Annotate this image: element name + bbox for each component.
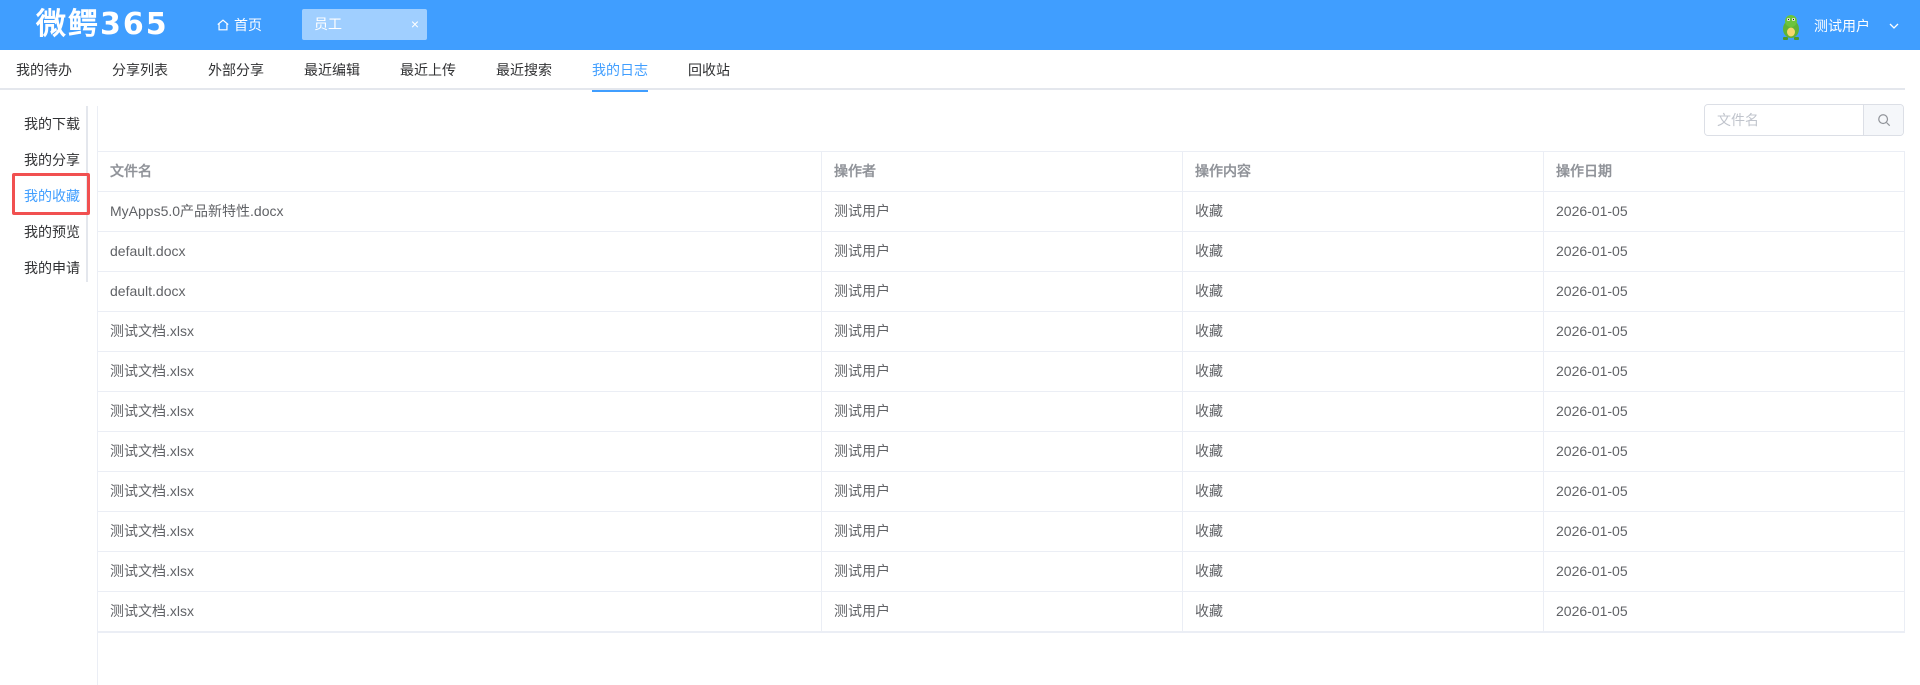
cell-date: 2026-01-05 [1556,563,1628,579]
search-input[interactable] [1705,105,1863,135]
tab-recent-edit[interactable]: 最近编辑 [304,50,360,90]
side-tabs-rail [86,106,88,282]
cell-filename: 测试文档.xlsx [98,552,822,591]
filename-search [1704,104,1904,136]
cell-date: 2026-01-05 [1556,243,1628,259]
cell-filename: 测试文档.xlsx [98,352,822,391]
side-tab-my-shares[interactable]: 我的分享 [24,142,80,178]
cell-operator: 测试用户 [822,352,1183,391]
close-icon[interactable]: × [411,9,419,40]
cell-date: 2026-01-05 [1556,283,1628,299]
column-header-filename[interactable]: 文件名 [98,152,822,191]
cell-filename: 测试文档.xlsx [98,432,822,471]
tab-recycle-bin[interactable]: 回收站 [688,50,730,90]
cell-action: 收藏 [1183,432,1544,471]
table-header-row: 文件名 操作者 操作内容 操作日期 [98,152,1904,192]
cell-operator: 测试用户 [822,192,1183,231]
column-header-action[interactable]: 操作内容 [1183,152,1544,191]
cell-action: 收藏 [1183,592,1544,631]
home-icon [217,19,229,31]
side-tab-my-requests[interactable]: 我的申请 [24,250,80,286]
side-tab-my-previews[interactable]: 我的预览 [24,214,80,250]
tab-recent-search[interactable]: 最近搜索 [496,50,552,90]
cell-operator: 测试用户 [822,552,1183,591]
table-row[interactable]: default.docx 测试用户 收藏 2026-01-05 [98,272,1904,312]
cell-date: 2026-01-05 [1556,363,1628,379]
cell-operator: 测试用户 [822,512,1183,551]
open-tab-label: 员工 [314,16,342,32]
cell-date: 2026-01-05 [1556,403,1628,419]
table-row[interactable]: default.docx 测试用户 收藏 2026-01-05 [98,232,1904,272]
side-tabs: 我的下载 我的分享 我的收藏 我的预览 我的申请 [0,106,88,282]
crocodile-avatar-icon [1783,15,1799,40]
cell-filename: 测试文档.xlsx [98,592,822,631]
side-tab-my-downloads[interactable]: 我的下载 [24,106,80,142]
open-tab-employee[interactable]: 员工 × [302,9,427,40]
cell-action: 收藏 [1183,472,1544,511]
home-link[interactable]: 首页 [216,13,262,37]
cell-operator: 测试用户 [822,312,1183,351]
cell-filename: default.docx [98,272,822,311]
cell-action: 收藏 [1183,272,1544,311]
cell-operator: 测试用户 [822,472,1183,511]
table-row[interactable]: 测试文档.xlsx 测试用户 收藏 2026-01-05 [98,592,1904,632]
cell-filename: 测试文档.xlsx [98,472,822,511]
cell-action: 收藏 [1183,192,1544,231]
cell-action: 收藏 [1183,512,1544,551]
table-row[interactable]: 测试文档.xlsx 测试用户 收藏 2026-01-05 [98,472,1904,512]
cell-action: 收藏 [1183,392,1544,431]
app-logo[interactable]: 微鳄365 [36,6,169,44]
tab-recent-upload[interactable]: 最近上传 [400,50,456,90]
cell-date: 2026-01-05 [1556,443,1628,459]
cell-date: 2026-01-05 [1556,483,1628,499]
table-row[interactable]: 测试文档.xlsx 测试用户 收藏 2026-01-05 [98,312,1904,352]
cell-operator: 测试用户 [822,232,1183,271]
table-row[interactable]: 测试文档.xlsx 测试用户 收藏 2026-01-05 [98,552,1904,592]
user-menu[interactable]: 测试用户 [1776,10,1900,42]
cell-action: 收藏 [1183,312,1544,351]
cell-filename: 测试文档.xlsx [98,512,822,551]
cell-filename: 测试文档.xlsx [98,392,822,431]
tab-my-log[interactable]: 我的日志 [592,50,648,92]
search-button[interactable] [1863,105,1903,135]
cell-date: 2026-01-05 [1556,323,1628,339]
tab-external-share[interactable]: 外部分享 [208,50,264,90]
top-bar: 微鳄365 首页 员工 × 测试用户 [0,0,1920,50]
cell-operator: 测试用户 [822,432,1183,471]
cell-filename: MyApps5.0产品新特性.docx [98,192,822,231]
chevron-down-icon [1889,23,1899,29]
side-tab-my-favorites[interactable]: 我的收藏 [24,178,80,214]
cell-filename: 测试文档.xlsx [98,312,822,351]
cell-date: 2026-01-05 [1556,203,1628,219]
user-name: 测试用户 [1814,18,1870,34]
cell-action: 收藏 [1183,232,1544,271]
table-row[interactable]: 测试文档.xlsx 测试用户 收藏 2026-01-05 [98,432,1904,472]
cell-date: 2026-01-05 [1556,523,1628,539]
tab-my-todo[interactable]: 我的待办 [16,50,72,90]
search-icon [1877,114,1890,127]
cell-action: 收藏 [1183,352,1544,391]
table-row[interactable]: 测试文档.xlsx 测试用户 收藏 2026-01-05 [98,392,1904,432]
column-header-operator[interactable]: 操作者 [822,152,1183,191]
cell-operator: 测试用户 [822,272,1183,311]
cell-operator: 测试用户 [822,392,1183,431]
column-header-date[interactable]: 操作日期 [1544,152,1904,191]
cell-filename: default.docx [98,232,822,271]
cell-date: 2026-01-05 [1556,603,1628,619]
cell-operator: 测试用户 [822,592,1183,631]
table-row[interactable]: 测试文档.xlsx 测试用户 收藏 2026-01-05 [98,512,1904,552]
home-label: 首页 [234,17,262,33]
main-tabs: 我的待办 分享列表 外部分享 最近编辑 最近上传 最近搜索 我的日志 回收站 [0,50,1905,92]
table-row[interactable]: MyApps5.0产品新特性.docx 测试用户 收藏 2026-01-05 [98,192,1904,232]
tab-share-list[interactable]: 分享列表 [112,50,168,90]
cell-action: 收藏 [1183,552,1544,591]
log-table: 文件名 操作者 操作内容 操作日期 MyApps5.0产品新特性.docx 测试用… [97,151,1905,633]
table-row[interactable]: 测试文档.xlsx 测试用户 收藏 2026-01-05 [98,352,1904,392]
